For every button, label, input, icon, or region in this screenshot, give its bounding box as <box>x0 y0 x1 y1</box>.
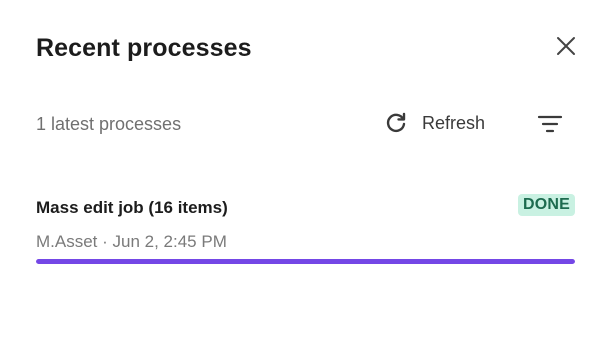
filter-icon <box>537 115 563 133</box>
processes-count-label: 1 latest processes <box>36 114 182 134</box>
refresh-label: Refresh <box>422 112 486 133</box>
recent-processes-panel: Recent processes 1 latest processes Refr… <box>0 0 607 358</box>
process-meta: M.Asset · Jun 2, 2:45 PM <box>36 232 227 251</box>
process-name: Mass edit job (16 items) <box>36 198 228 217</box>
progress-bar-fill <box>36 259 575 264</box>
status-badge: DONE <box>517 194 575 216</box>
filter-button[interactable] <box>534 110 566 138</box>
close-button[interactable] <box>553 33 579 59</box>
close-icon <box>557 37 575 55</box>
process-item[interactable]: Mass edit job (16 items) DONE M.Asset · … <box>36 192 575 266</box>
panel-title: Recent processes <box>36 34 252 62</box>
refresh-button[interactable]: Refresh <box>384 108 485 138</box>
refresh-icon <box>386 112 406 133</box>
progress-bar <box>36 259 575 264</box>
